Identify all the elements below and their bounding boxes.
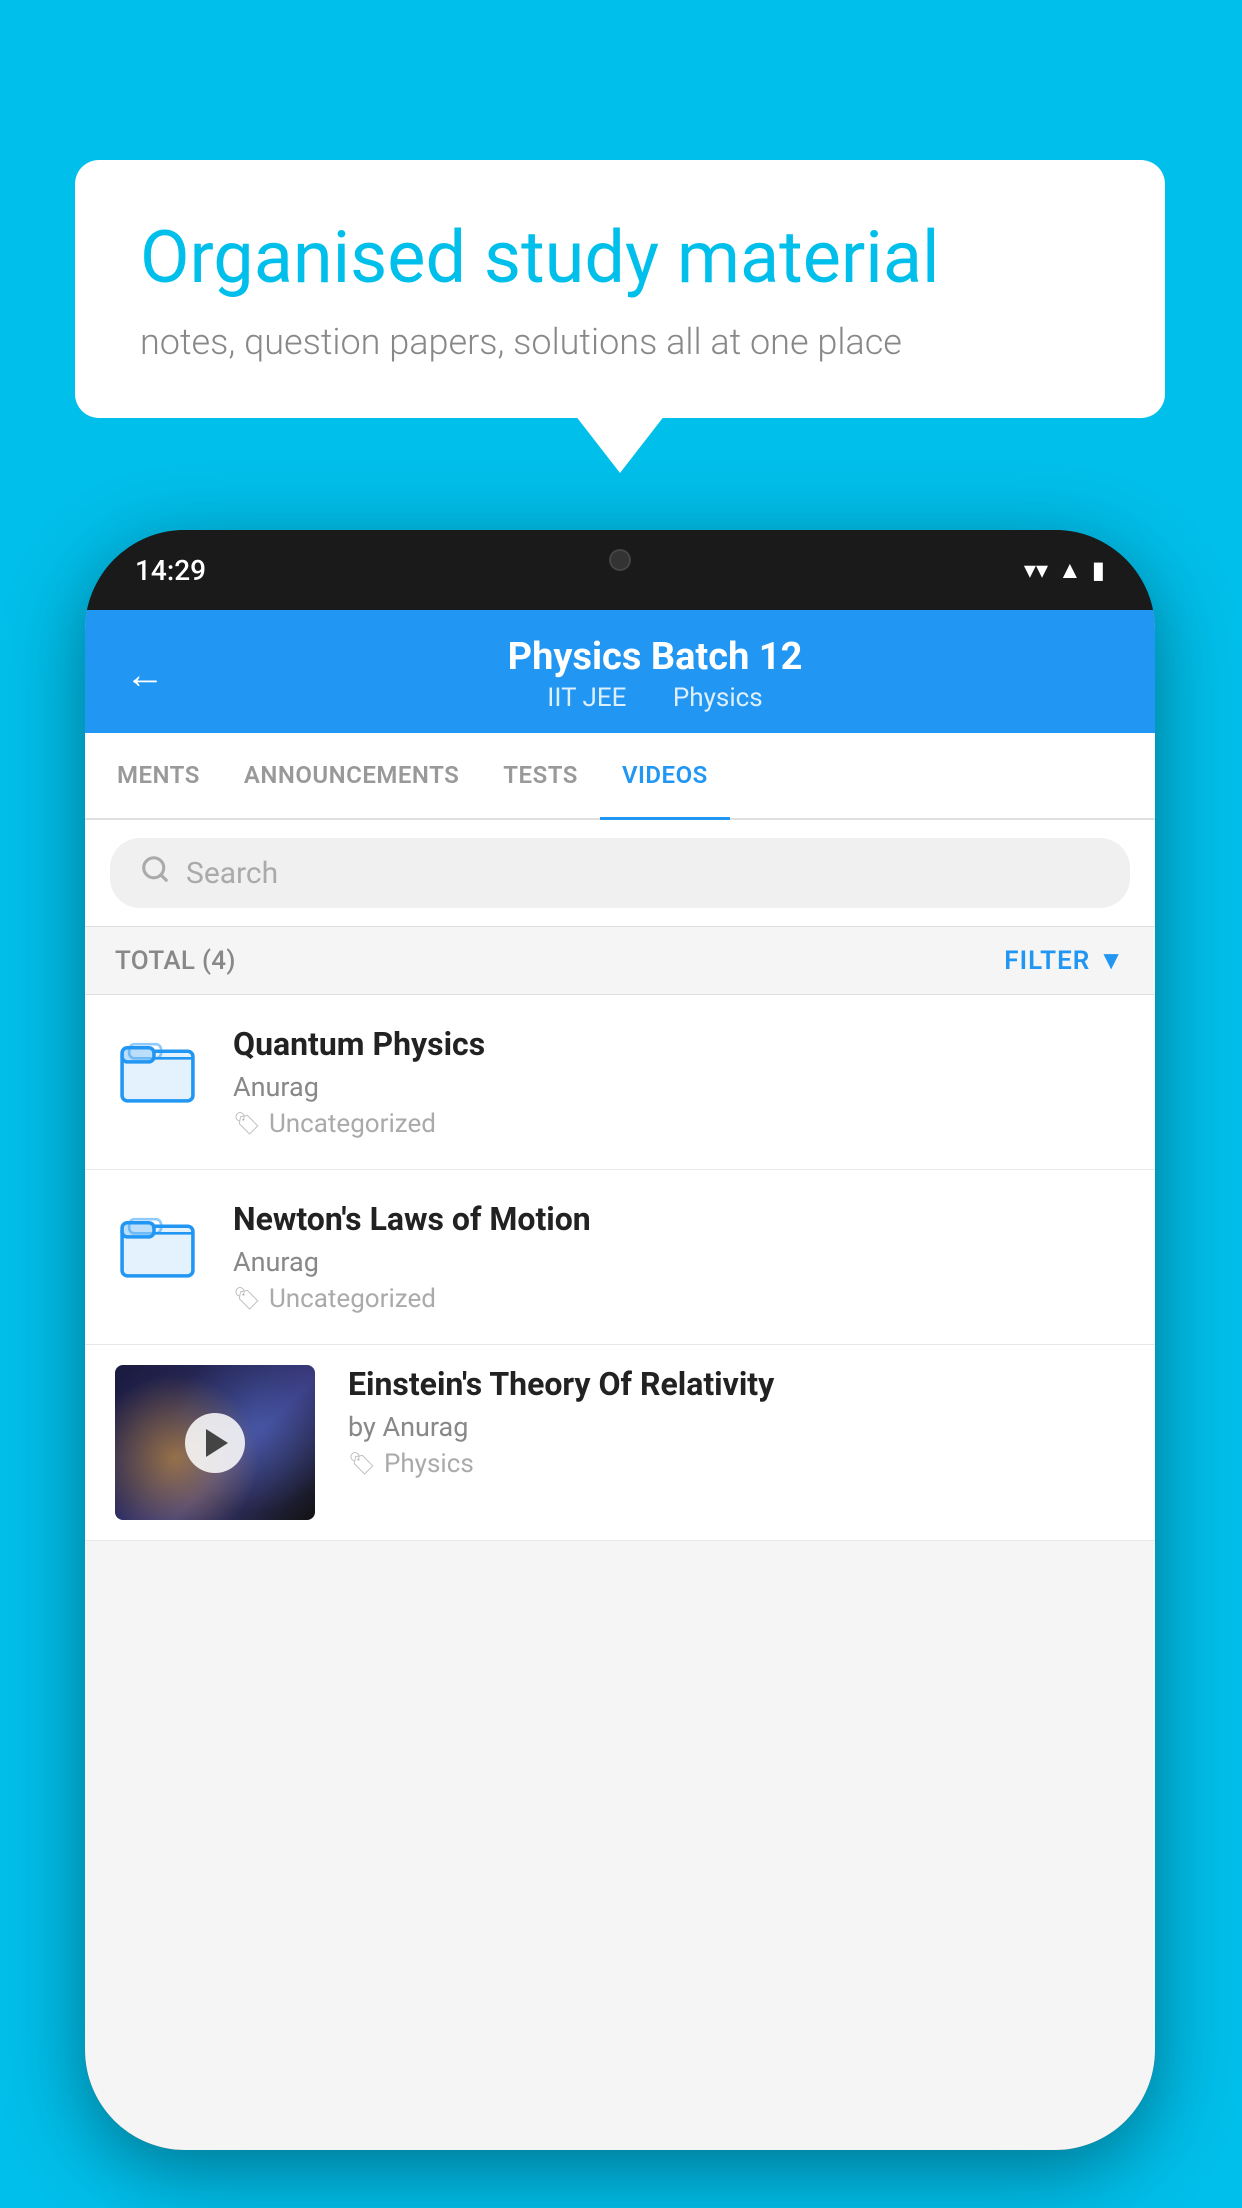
video-author: Anurag <box>233 1071 1125 1103</box>
search-icon <box>140 854 170 892</box>
folder-icon <box>115 1205 205 1295</box>
video-title: Newton's Laws of Motion <box>233 1200 1125 1238</box>
video-tag: 🏷 Uncategorized <box>233 1109 1125 1139</box>
back-button[interactable]: ← <box>125 651 165 698</box>
signal-icon: ▲ <box>1058 556 1082 585</box>
speech-bubble: Organised study material notes, question… <box>75 160 1165 418</box>
list-item[interactable]: Quantum Physics Anurag 🏷 Uncategorized <box>85 995 1155 1170</box>
phone-screen: ← Physics Batch 12 IIT JEE Physics MENTS… <box>85 610 1155 2150</box>
tag-label: Uncategorized <box>269 1109 436 1139</box>
tag-icon: 🏷 <box>233 1112 261 1137</box>
tag-icon: 🏷 <box>233 1287 261 1312</box>
play-button[interactable] <box>185 1413 245 1473</box>
header-subtitle: IIT JEE Physics <box>195 683 1115 713</box>
camera <box>609 549 631 571</box>
play-icon <box>206 1429 228 1457</box>
video-item-info: Quantum Physics Anurag 🏷 Uncategorized <box>233 1025 1125 1139</box>
battery-icon: ▮ <box>1092 556 1105 584</box>
total-label: TOTAL (4) <box>115 946 236 976</box>
bubble-title: Organised study material <box>140 215 1100 301</box>
tag-label: Physics <box>384 1449 474 1479</box>
header-title-section: Physics Batch 12 IIT JEE Physics <box>195 635 1115 713</box>
status-bar: 14:29 ▾▾ ▲ ▮ <box>85 530 1155 610</box>
phone-frame: 14:29 ▾▾ ▲ ▮ ← Physics Batch 12 IIT JEE … <box>85 530 1155 2150</box>
video-author: by Anurag <box>348 1411 1125 1443</box>
video-tag: 🏷 Uncategorized <box>233 1284 1125 1314</box>
header-subtitle-iit: IIT JEE <box>547 683 626 713</box>
tab-videos[interactable]: VIDEOS <box>600 733 730 820</box>
video-item-info: Einstein's Theory Of Relativity by Anura… <box>343 1365 1125 1479</box>
video-title: Quantum Physics <box>233 1025 1125 1063</box>
search-bar-container: Search <box>85 820 1155 927</box>
video-list: Quantum Physics Anurag 🏷 Uncategorized <box>85 995 1155 1541</box>
status-time: 14:29 <box>135 554 206 587</box>
video-title: Einstein's Theory Of Relativity <box>348 1365 1125 1403</box>
phone-notch <box>520 530 720 590</box>
list-item[interactable]: Newton's Laws of Motion Anurag 🏷 Uncateg… <box>85 1170 1155 1345</box>
wifi-icon: ▾▾ <box>1024 556 1048 584</box>
filter-button[interactable]: FILTER ▼ <box>1004 945 1125 976</box>
search-placeholder: Search <box>186 856 278 891</box>
filter-label: FILTER <box>1004 946 1090 976</box>
filter-icon: ▼ <box>1098 945 1125 976</box>
search-bar[interactable]: Search <box>110 838 1130 908</box>
filter-bar: TOTAL (4) FILTER ▼ <box>85 927 1155 995</box>
video-thumbnail <box>115 1365 315 1520</box>
video-item-info: Newton's Laws of Motion Anurag 🏷 Uncateg… <box>233 1200 1125 1314</box>
app-header: ← Physics Batch 12 IIT JEE Physics <box>85 610 1155 733</box>
header-subtitle-physics: Physics <box>673 683 763 713</box>
video-tag: 🏷 Physics <box>348 1449 1125 1479</box>
folder-icon <box>115 1030 205 1120</box>
tab-ments[interactable]: MENTS <box>95 733 222 820</box>
tab-announcements[interactable]: ANNOUNCEMENTS <box>222 733 481 820</box>
tabs-bar: MENTS ANNOUNCEMENTS TESTS VIDEOS <box>85 733 1155 820</box>
list-item[interactable]: Einstein's Theory Of Relativity by Anura… <box>85 1345 1155 1541</box>
bubble-subtitle: notes, question papers, solutions all at… <box>140 321 1100 363</box>
tag-label: Uncategorized <box>269 1284 436 1314</box>
status-icons: ▾▾ ▲ ▮ <box>1024 556 1105 585</box>
video-author: Anurag <box>233 1246 1125 1278</box>
tag-icon: 🏷 <box>348 1452 376 1477</box>
header-main-title: Physics Batch 12 <box>195 635 1115 679</box>
tab-tests[interactable]: TESTS <box>481 733 600 820</box>
